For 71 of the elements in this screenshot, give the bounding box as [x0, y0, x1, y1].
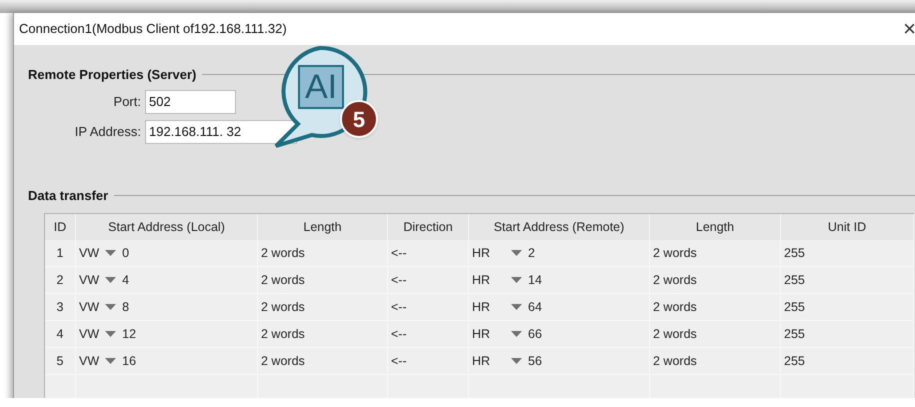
table-cell: <-- — [388, 321, 469, 348]
address-value: 14 — [528, 272, 542, 289]
table-cell: 2 — [45, 267, 76, 294]
address-value: 66 — [528, 326, 542, 343]
dropdown-arrow-icon[interactable] — [105, 304, 116, 310]
column-header[interactable]: ID — [45, 214, 76, 240]
table-cell: <-- — [388, 348, 469, 375]
table-cell: 2 words — [650, 267, 781, 294]
table-cell: 3 — [45, 294, 76, 321]
table-cell: 2 words — [650, 240, 781, 267]
table-cell: 2 words — [258, 267, 388, 294]
table-cell: 2 words — [258, 294, 388, 321]
address-value: 56 — [528, 352, 542, 370]
dropdown-arrow-icon[interactable] — [105, 276, 116, 284]
column-header[interactable]: Length — [650, 214, 781, 240]
section-title: Data transfer — [28, 186, 108, 204]
area-label: HR — [472, 326, 492, 343]
dropdown-arrow-icon[interactable] — [511, 304, 522, 310]
column-header[interactable]: Start Address (Local) — [76, 214, 258, 240]
area-label: VW — [79, 244, 100, 262]
area-label: VW — [79, 326, 100, 343]
table-cell: 5 — [45, 348, 76, 375]
address-value: 2 — [528, 244, 535, 262]
table-cell: 255 — [781, 348, 914, 375]
field-label: Port: — [112, 92, 142, 111]
table-cell: 1 — [45, 240, 76, 267]
table-cell: <-- — [388, 267, 469, 294]
table-cell: 2 words — [650, 321, 781, 348]
table-cell: <-- — [388, 294, 469, 321]
address-value: 12 — [122, 326, 136, 343]
port-field[interactable]: 502 — [145, 90, 236, 114]
table-cell: 255 — [781, 240, 914, 267]
ip-address-field[interactable]: 192.168.111. 32 — [145, 120, 297, 144]
column-header[interactable]: Direction — [388, 214, 469, 240]
column-header[interactable]: Start Address (Remote) — [469, 214, 650, 240]
area-label: HR — [472, 298, 492, 316]
table-cell: 255 — [781, 267, 914, 294]
area-label: HR — [472, 272, 492, 289]
area-label: VW — [79, 298, 100, 316]
dropdown-arrow-icon[interactable] — [105, 250, 116, 256]
address-value: 8 — [122, 298, 130, 316]
table-cell: 255 — [781, 321, 914, 348]
column-header[interactable]: Unit ID — [781, 214, 914, 240]
dropdown-arrow-icon[interactable] — [511, 276, 522, 284]
table-cell: 2 words — [650, 348, 781, 375]
close-button[interactable]: × — [903, 18, 915, 40]
area-label: HR — [472, 352, 492, 370]
dropdown-arrow-icon[interactable] — [511, 358, 522, 364]
dropdown-arrow-icon[interactable] — [511, 250, 522, 256]
address-value: 64 — [528, 298, 542, 316]
area-label: VW — [79, 272, 100, 289]
area-label: VW — [79, 352, 100, 370]
table-cell: <-- — [388, 240, 469, 267]
dropdown-arrow-icon[interactable] — [105, 330, 116, 338]
section-title: Remote Properties (Server) — [28, 66, 196, 84]
address-value: 16 — [122, 352, 136, 370]
table-cell: 2 words — [650, 294, 781, 321]
column-header[interactable]: Length — [258, 214, 388, 240]
table-cell: 2 words — [258, 240, 388, 267]
window-title: Connection1(Modbus Client of192.168.111.32) — [19, 20, 287, 38]
area-label: HR — [472, 244, 492, 262]
table-cell: 255 — [781, 294, 914, 321]
table-cell: 2 words — [258, 321, 388, 348]
dropdown-arrow-icon[interactable] — [105, 358, 116, 364]
dropdown-arrow-icon[interactable] — [511, 330, 522, 338]
field-label: IP Address: — [74, 122, 142, 141]
table-cell: 4 — [45, 321, 76, 348]
address-value: 4 — [122, 272, 130, 289]
table-cell: 2 words — [258, 348, 388, 375]
address-value: 0 — [122, 244, 130, 262]
ai-label: AI — [298, 65, 344, 109]
